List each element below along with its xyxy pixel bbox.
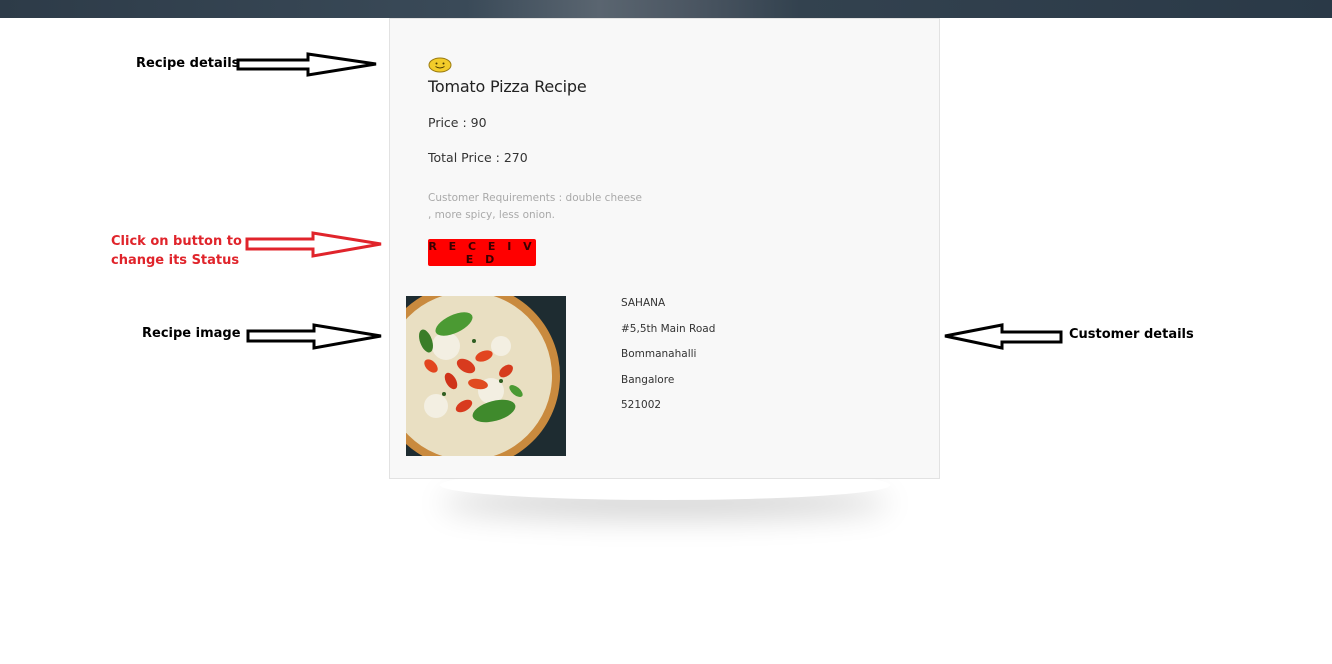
customer-name: SAHANA: [621, 297, 666, 309]
recipe-title: Tomato Pizza Recipe: [428, 77, 587, 96]
left-arrow-icon: [944, 323, 1063, 350]
customer-city: Bangalore: [621, 373, 675, 386]
recipe-image: [406, 296, 566, 456]
right-arrow-icon: [245, 231, 382, 258]
status-button[interactable]: R E C E I V E D: [428, 239, 536, 266]
customer-details: SAHANA #5,5th Main Road Bommanahalli Ban…: [621, 297, 715, 425]
annotation-button-hint-line2: change its Status: [111, 253, 240, 268]
customer-address-line2: Bommanahalli: [621, 348, 697, 360]
recipe-price: Price : 90: [428, 115, 487, 130]
annotation-button-hint-line1: Click on button to: [111, 234, 242, 249]
annotation-button-hint: Click on button to change its Status: [111, 232, 242, 270]
annotation-customer-details: Customer details: [1069, 327, 1194, 342]
annotation-recipe-image: Recipe image: [142, 326, 241, 341]
customer-requirements: Customer Requirements : double cheese , …: [428, 192, 642, 221]
smiley-face-icon: [428, 57, 452, 73]
right-arrow-icon: [246, 323, 382, 350]
header-banner-image: [0, 0, 1332, 18]
customer-pincode: 521002: [621, 399, 662, 411]
right-arrow-icon: [236, 52, 377, 77]
pizza-image: [406, 296, 566, 456]
customer-address-line1: #5,5th Main Road: [621, 322, 716, 335]
recipe-total-price: Total Price : 270: [428, 150, 528, 165]
annotation-recipe-details: Recipe details: [136, 56, 240, 71]
